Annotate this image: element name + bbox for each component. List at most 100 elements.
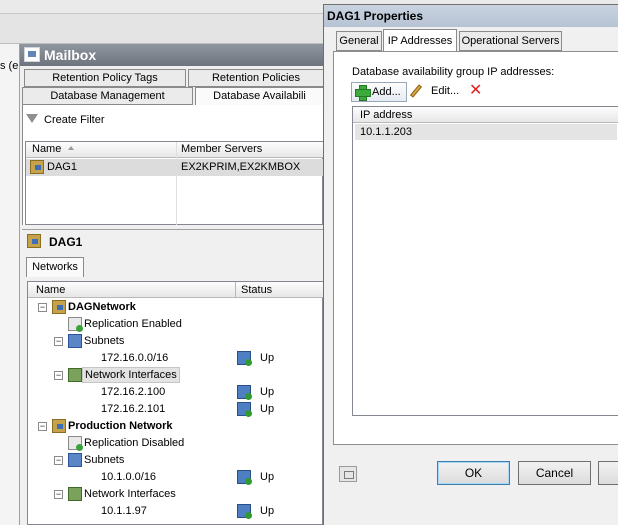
- edit-button[interactable]: Edit...: [409, 82, 463, 102]
- mailbox-header: Mailbox: [20, 44, 323, 66]
- table-row[interactable]: 10.1.1.203: [355, 124, 617, 140]
- status-text: Up: [260, 471, 275, 483]
- tab-operational-servers[interactable]: Operational Servers: [459, 31, 562, 51]
- tree-node-replication[interactable]: Replication Disabled: [28, 435, 324, 451]
- tree-node-subnet[interactable]: 10.1.0.0/16 Up: [28, 469, 324, 485]
- network-interfaces-icon: [68, 487, 82, 501]
- tree-node-network-interfaces[interactable]: − Network Interfaces: [28, 367, 324, 383]
- tree-node-network-interfaces[interactable]: − Network Interfaces: [28, 486, 324, 502]
- column-divider: [235, 282, 236, 298]
- tab-retention-policy-tags[interactable]: Retention Policy Tags: [24, 69, 186, 87]
- collapse-icon[interactable]: −: [54, 490, 63, 499]
- dag-list-header: Name Member Servers: [26, 142, 324, 158]
- column-divider: [176, 142, 177, 225]
- status-text: Up: [260, 386, 275, 398]
- network-icon: [52, 300, 66, 314]
- add-button[interactable]: Add...: [351, 82, 407, 102]
- collapse-icon[interactable]: −: [54, 337, 63, 346]
- ip-address-value: 10.1.1.203: [360, 126, 412, 138]
- tree-label: 172.16.2.100: [101, 386, 166, 398]
- tree-node-production-network[interactable]: − Production Network: [28, 418, 324, 434]
- tree-node-dagnetwork[interactable]: − DAGNetwork: [28, 299, 324, 315]
- network-tree: Name Status − DAGNetwork Replication Ena…: [27, 281, 324, 525]
- subnets-icon: [68, 334, 82, 348]
- dialog-button-bar: [324, 446, 618, 525]
- tree-node-replication[interactable]: Replication Enabled: [28, 316, 324, 332]
- network-interfaces-icon: [68, 368, 82, 382]
- collapse-icon[interactable]: −: [54, 456, 63, 465]
- status-text: Up: [260, 352, 275, 364]
- tab-networks[interactable]: Networks: [26, 257, 84, 277]
- tree-node-subnets[interactable]: − Subnets: [28, 333, 324, 349]
- cancel-button[interactable]: Cancel: [518, 461, 591, 485]
- tree-label: Network Interfaces: [84, 488, 176, 500]
- tree-label: 10.1.0.0/16: [101, 471, 157, 483]
- create-filter-button[interactable]: Create Filter: [26, 112, 105, 128]
- ip-address-list: IP address 10.1.1.203: [352, 106, 618, 416]
- dag-detail-title: DAG1: [49, 235, 83, 249]
- tab-general[interactable]: General: [336, 31, 382, 51]
- tree-node-subnet[interactable]: 172.16.0.0/16 Up: [28, 350, 324, 366]
- tree-header: Name Status: [28, 282, 324, 298]
- tab-row-2: Database Management Database Availabili: [22, 87, 323, 105]
- ok-button[interactable]: OK: [437, 461, 510, 485]
- col-header-member-servers[interactable]: Member Servers: [181, 143, 262, 155]
- dag-list: Name Member Servers DAG1 EX2KPRIM,EX2KMB…: [25, 141, 324, 225]
- tree-label: Replication Disabled: [84, 437, 185, 449]
- status-up-icon: [237, 402, 252, 417]
- col-header-ip-address[interactable]: IP address: [360, 109, 412, 121]
- dag-icon: [27, 234, 41, 248]
- dag-name: DAG1: [47, 161, 77, 173]
- status-text: Up: [260, 403, 275, 415]
- replication-icon: [68, 317, 83, 332]
- tab-database-availability[interactable]: Database Availabili: [195, 87, 323, 105]
- tab-ip-addresses[interactable]: IP Addresses: [383, 29, 457, 52]
- dialog-title: DAG1 Properties: [324, 5, 618, 27]
- table-row[interactable]: DAG1 EX2KPRIM,EX2KMBOX: [26, 159, 324, 176]
- apply-button[interactable]: [598, 461, 618, 485]
- tree-label: 172.16.0.0/16: [101, 352, 169, 364]
- edit-pencil-icon: [409, 84, 423, 98]
- filter-icon: [26, 114, 38, 123]
- collapse-icon[interactable]: −: [38, 422, 47, 431]
- tree-node-nic[interactable]: 172.16.2.100 Up: [28, 384, 324, 400]
- console-tree-pane: [0, 44, 20, 525]
- network-icon: [52, 419, 66, 433]
- collapse-icon[interactable]: −: [38, 303, 47, 312]
- tab-database-management[interactable]: Database Management: [22, 87, 193, 105]
- tree-node-subnets[interactable]: − Subnets: [28, 452, 324, 468]
- tree-label: 10.1.1.97: [101, 505, 147, 517]
- dag-detail-bar: DAG1: [22, 229, 323, 254]
- dag-member-servers: EX2KPRIM,EX2KMBOX: [181, 161, 301, 173]
- tab-row-1: Retention Policy Tags Retention Policies: [22, 69, 323, 87]
- status-up-icon: [237, 504, 252, 519]
- delete-icon[interactable]: ✕: [469, 82, 482, 100]
- col-header-name[interactable]: Name: [32, 143, 61, 155]
- col-header-name[interactable]: Name: [36, 284, 65, 296]
- status-up-icon: [237, 385, 252, 400]
- status-up-icon: [237, 470, 252, 485]
- col-header-status[interactable]: Status: [241, 284, 272, 296]
- edit-label: Edit...: [431, 85, 460, 97]
- sort-ascending-icon: [68, 146, 74, 150]
- clipped-tree-text: s (e: [0, 60, 19, 72]
- status-text: Up: [260, 505, 275, 517]
- add-label: Add...: [372, 86, 401, 98]
- tree-label-selected: Network Interfaces: [82, 367, 180, 383]
- mailbox-title: Mailbox: [44, 47, 97, 63]
- tree-label: Subnets: [84, 335, 125, 347]
- tree-node-nic[interactable]: 10.1.1.97 Up: [28, 503, 324, 519]
- dag-icon: [30, 160, 44, 174]
- help-icon[interactable]: [339, 466, 357, 482]
- status-up-icon: [237, 351, 252, 366]
- collapse-icon[interactable]: −: [54, 371, 63, 380]
- replication-icon: [68, 436, 83, 451]
- tab-retention-policies[interactable]: Retention Policies: [188, 69, 323, 87]
- ip-list-header: IP address: [353, 107, 618, 123]
- add-icon: [355, 85, 371, 101]
- tree-node-nic[interactable]: 172.16.2.101 Up: [28, 401, 324, 417]
- tree-label: Production Network: [68, 420, 173, 432]
- ip-addresses-label: Database availability group IP addresses…: [352, 66, 555, 78]
- tree-label: Subnets: [84, 454, 125, 466]
- create-filter-label: Create Filter: [44, 114, 105, 126]
